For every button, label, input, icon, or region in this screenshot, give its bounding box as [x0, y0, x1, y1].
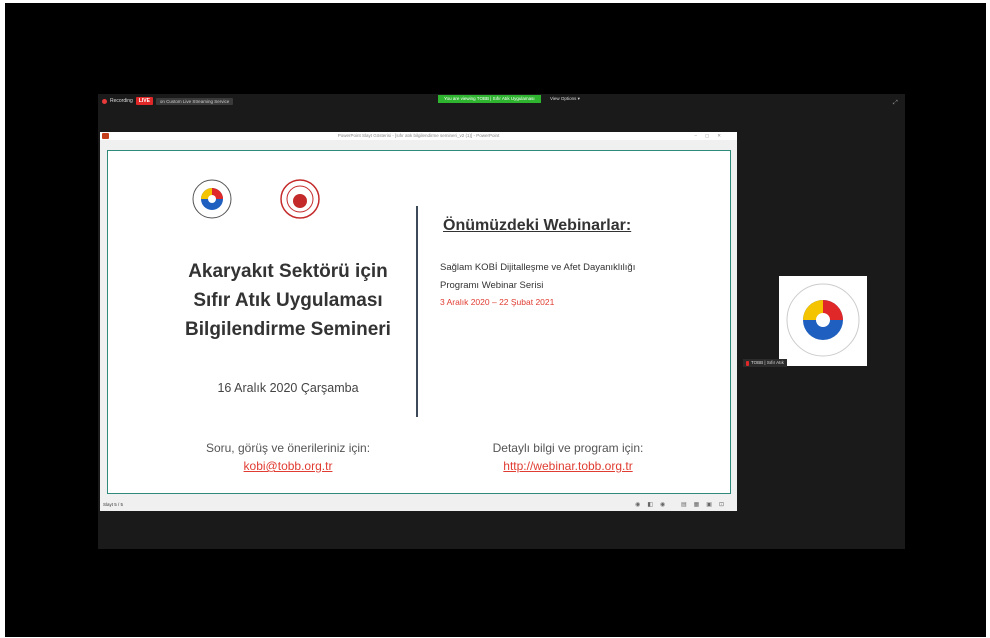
program-line: Sağlam KOBİ Dijitalleşme ve Afet Dayanık… [440, 262, 636, 273]
title-line: Sıfır Atık Uygulaması [193, 290, 383, 311]
window-title: PowerPoint Slayt Gösterisi - [sıfır atık… [337, 133, 500, 138]
participant-name: TOBB | Sıfır Atık [751, 360, 784, 365]
email-link[interactable]: kobi@tobb.org.tr [138, 459, 438, 473]
fullscreen-icon[interactable]: ⤢ [893, 100, 898, 107]
slideshow-controls-icon[interactable]: ◉◧◉ ▤▦▣⊡ [635, 501, 731, 508]
view-options-button[interactable]: View Options ▾ [550, 95, 580, 103]
record-dot-icon [102, 98, 107, 104]
program-line: Programı Webinar Serisi [440, 280, 544, 291]
slide-divider [416, 206, 418, 417]
participant-video[interactable] [779, 276, 867, 366]
window-controls[interactable]: –▢✕ [694, 132, 729, 140]
slide-number: Slayt 5 / 5 [103, 502, 124, 507]
webinar-program: Sağlam KOBİ Dijitalleşme ve Afet Dayanık… [440, 259, 635, 295]
slide-title: Akaryakıt Sektörü için Sıfır Atık Uygula… [138, 257, 438, 344]
website-link[interactable]: http://webinar.tobb.org.tr [418, 459, 718, 473]
info-prompt: Detaylı bilgi ve program için: [492, 441, 644, 455]
title-line: Bilgilendirme Semineri [185, 319, 391, 340]
contact-prompt: Soru, görüş ve önerileriniz için: [205, 441, 371, 455]
tobb-participant-logo [786, 283, 860, 357]
live-badge: LIVE [135, 97, 153, 105]
recording-label: Recording [110, 98, 133, 104]
zoom-top-bar: Recording LIVE on Custom Live Streaming … [98, 94, 905, 108]
muted-mic-icon [746, 360, 749, 366]
participant-name-tag: TOBB | Sıfır Atık [743, 359, 787, 367]
webinars-heading: Önümüzdeki Webinarlar: [443, 217, 632, 234]
powerpoint-icon [102, 133, 109, 139]
powerpoint-window: PowerPoint Slayt Gösterisi - [sıfır atık… [100, 132, 737, 511]
ministry-logo [280, 179, 320, 219]
title-line: Akaryakıt Sektörü için [188, 261, 388, 282]
slide: Akaryakıt Sektörü için Sıfır Atık Uygula… [107, 150, 731, 494]
slideshow-statusbar: Slayt 5 / 5 ◉◧◉ ▤▦▣⊡ [100, 499, 737, 511]
webinar-dates: 3 Aralık 2020 – 22 Şubat 2021 [440, 297, 555, 307]
stream-service-dropdown[interactable]: on Custom Live Streaming Service [155, 97, 234, 105]
recording-indicator[interactable]: Recording LIVE on Custom Live Streaming … [102, 97, 234, 105]
seminar-date: 16 Aralık 2020 Çarşamba [217, 381, 359, 395]
tobb-logo [192, 179, 232, 219]
window-titlebar: PowerPoint Slayt Gösterisi - [sıfır atık… [100, 132, 737, 140]
viewing-banner: You are viewing TOBB | Sıfır Atık Uygula… [438, 95, 541, 103]
